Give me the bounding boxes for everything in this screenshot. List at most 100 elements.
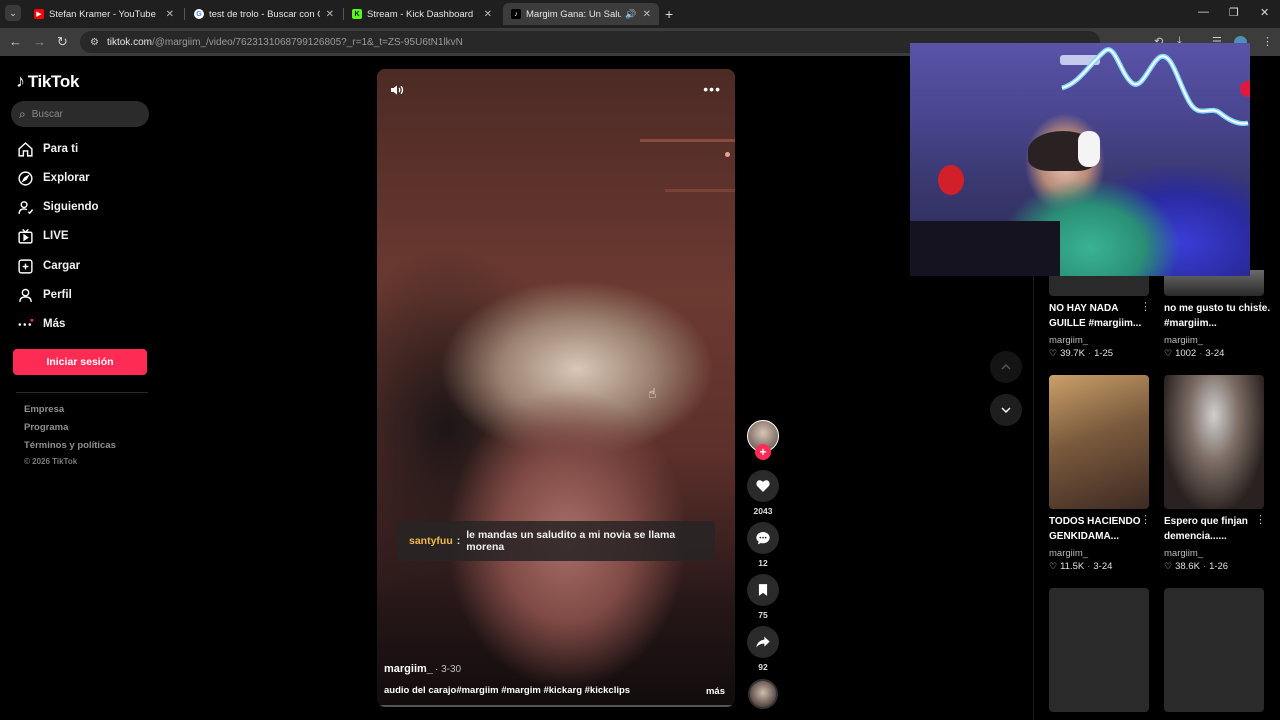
tab-youtube[interactable]: ▶ Stefan Kramer - YouTube ✕ bbox=[26, 3, 182, 25]
url-path: /@margiim_/video/7623131068799126805?_r=… bbox=[151, 36, 463, 48]
close-icon[interactable]: ✕ bbox=[326, 9, 334, 20]
save-button[interactable] bbox=[747, 574, 779, 606]
video-background-detail bbox=[725, 152, 730, 157]
comment-button[interactable] bbox=[747, 522, 779, 554]
search-box[interactable]: ⌕ bbox=[11, 101, 149, 127]
video-caption[interactable]: audio del carajo#margiim #margim #kickar… bbox=[384, 685, 630, 696]
previous-video-button[interactable] bbox=[990, 351, 1022, 383]
video-thumbnail[interactable] bbox=[1164, 375, 1264, 509]
more-options-icon[interactable]: ⋮ bbox=[1140, 513, 1151, 526]
close-icon[interactable]: ✕ bbox=[166, 9, 174, 20]
related-date: 1-25 bbox=[1094, 348, 1114, 359]
related-likes: 39.7K bbox=[1060, 348, 1085, 359]
nav-label: Siguiendo bbox=[43, 201, 99, 213]
related-video-stats: ♡ 1002 · 3-24 bbox=[1164, 348, 1225, 359]
video-player[interactable]: ••• santyfuu : le mandas un saludito a m… bbox=[377, 69, 735, 707]
restore-icon[interactable]: ❐ bbox=[1229, 6, 1239, 19]
site-info-icon[interactable]: ⚙ bbox=[90, 37, 99, 48]
webcam-neon-light bbox=[1061, 47, 1249, 126]
tab-audio-icon[interactable]: 🔊 bbox=[625, 9, 636, 20]
minimize-icon[interactable]: — bbox=[1198, 6, 1209, 18]
volume-icon[interactable] bbox=[389, 82, 405, 101]
profile-icon bbox=[16, 286, 34, 304]
forward-icon[interactable]: → bbox=[33, 34, 46, 49]
nav-perfil[interactable]: Perfil bbox=[16, 284, 72, 306]
tiktok-logo[interactable]: ♪ TikTok bbox=[16, 71, 79, 92]
upload-icon bbox=[16, 257, 34, 275]
tab-google[interactable]: G test de trolo - Buscar con Goog ✕ bbox=[186, 3, 342, 25]
related-likes: 38.6K bbox=[1175, 561, 1200, 572]
tab-tiktok[interactable]: ♪ Margim Gana: Un Saludo a 🔊 ✕ bbox=[503, 3, 659, 25]
window-close-icon[interactable]: ✕ bbox=[1260, 6, 1269, 19]
chevron-up-icon bbox=[1001, 363, 1011, 370]
url-host: tiktok.com bbox=[106, 36, 152, 48]
youtube-icon: ▶ bbox=[34, 9, 44, 19]
footer-link-terminos[interactable]: Términos y políticas bbox=[24, 440, 116, 451]
browser-tab-bar: ⌄ ▶ Stefan Kramer - YouTube ✕ G test de … bbox=[0, 0, 1280, 28]
nav-label: Cargar bbox=[43, 260, 81, 272]
back-icon[interactable]: ← bbox=[9, 34, 22, 49]
related-date: 3-24 bbox=[1093, 561, 1113, 572]
nav-label: Perfil bbox=[43, 289, 72, 301]
following-icon bbox=[16, 198, 34, 216]
share-icon bbox=[756, 636, 770, 648]
webcam-scene-headphones bbox=[1078, 131, 1100, 167]
more-icon bbox=[16, 315, 34, 333]
caption-more-button[interactable]: más bbox=[706, 686, 725, 697]
tab-title: Margim Gana: Un Saludo a bbox=[526, 8, 622, 20]
compass-icon bbox=[16, 169, 34, 187]
share-button[interactable] bbox=[747, 626, 779, 658]
live-icon bbox=[16, 227, 34, 245]
tab-separator bbox=[184, 8, 185, 20]
footer-link-empresa[interactable]: Empresa bbox=[24, 404, 64, 415]
nav-live[interactable]: LIVE bbox=[16, 225, 69, 247]
nav-siguiendo[interactable]: Siguiendo bbox=[16, 196, 99, 218]
nav-cargar[interactable]: Cargar bbox=[16, 255, 80, 277]
video-thumbnail[interactable] bbox=[1049, 375, 1149, 509]
more-options-icon[interactable]: ⋮ bbox=[1140, 300, 1151, 313]
video-thumbnail-placeholder[interactable] bbox=[1164, 588, 1264, 712]
kick-icon: K bbox=[352, 9, 362, 19]
video-background-detail bbox=[640, 139, 735, 142]
brand-name: TikTok bbox=[27, 71, 80, 91]
video-more-options-icon[interactable]: ••• bbox=[703, 81, 721, 97]
more-options-icon[interactable]: ⋮ bbox=[1255, 300, 1266, 313]
webcam-overlay bbox=[910, 43, 1250, 276]
chat-separator: : bbox=[456, 535, 461, 547]
music-disc-avatar[interactable] bbox=[748, 679, 778, 709]
chat-overlay: santyfuu : le mandas un saludito a mi no… bbox=[397, 521, 715, 561]
follow-plus-icon[interactable]: + bbox=[755, 444, 771, 460]
more-options-icon[interactable]: ⋮ bbox=[1255, 513, 1266, 526]
related-video-author[interactable]: margiim_ bbox=[1049, 335, 1088, 346]
footer-link-programa[interactable]: Programa bbox=[24, 422, 68, 433]
nav-label: LIVE bbox=[43, 230, 69, 242]
tab-kick[interactable]: K Stream - Kick Dashboard ✕ bbox=[344, 3, 500, 25]
browser-menu-icon[interactable]: ⋮ bbox=[1262, 35, 1273, 48]
nav-explorar[interactable]: Explorar bbox=[16, 167, 90, 189]
video-thumbnail-placeholder[interactable] bbox=[1049, 588, 1149, 712]
tab-search-button[interactable]: ⌄ bbox=[5, 5, 21, 21]
tiktok-icon: ♪ bbox=[511, 9, 521, 19]
nav-para-ti[interactable]: Para ti bbox=[16, 138, 78, 160]
related-video-author[interactable]: margiim_ bbox=[1164, 548, 1203, 559]
login-button[interactable]: Iniciar sesión bbox=[13, 349, 147, 375]
tab-title: Stream - Kick Dashboard bbox=[367, 8, 474, 20]
heart-outline-icon: ♡ bbox=[1049, 348, 1058, 358]
search-input[interactable] bbox=[31, 108, 132, 120]
nav-mas[interactable]: Más bbox=[16, 313, 65, 335]
related-likes: 11.5K bbox=[1060, 561, 1085, 572]
reload-icon[interactable]: ↻ bbox=[57, 34, 68, 50]
close-icon[interactable]: ✕ bbox=[643, 9, 651, 20]
tab-title: test de trolo - Buscar con Goog bbox=[209, 8, 320, 20]
new-tab-button[interactable]: + bbox=[665, 6, 673, 22]
video-author[interactable]: margiim_ bbox=[384, 663, 433, 675]
close-icon[interactable]: ✕ bbox=[484, 9, 492, 20]
like-button[interactable] bbox=[747, 470, 779, 502]
video-progress-bar[interactable] bbox=[379, 705, 733, 707]
next-video-button[interactable] bbox=[990, 394, 1022, 426]
chat-username: santyfuu bbox=[409, 535, 453, 547]
related-video-author[interactable]: margiim_ bbox=[1164, 335, 1203, 346]
related-video-author[interactable]: margiim_ bbox=[1049, 548, 1088, 559]
related-video-stats: ♡ 39.7K · 1-25 bbox=[1049, 348, 1114, 359]
related-date: 3-24 bbox=[1205, 348, 1225, 359]
